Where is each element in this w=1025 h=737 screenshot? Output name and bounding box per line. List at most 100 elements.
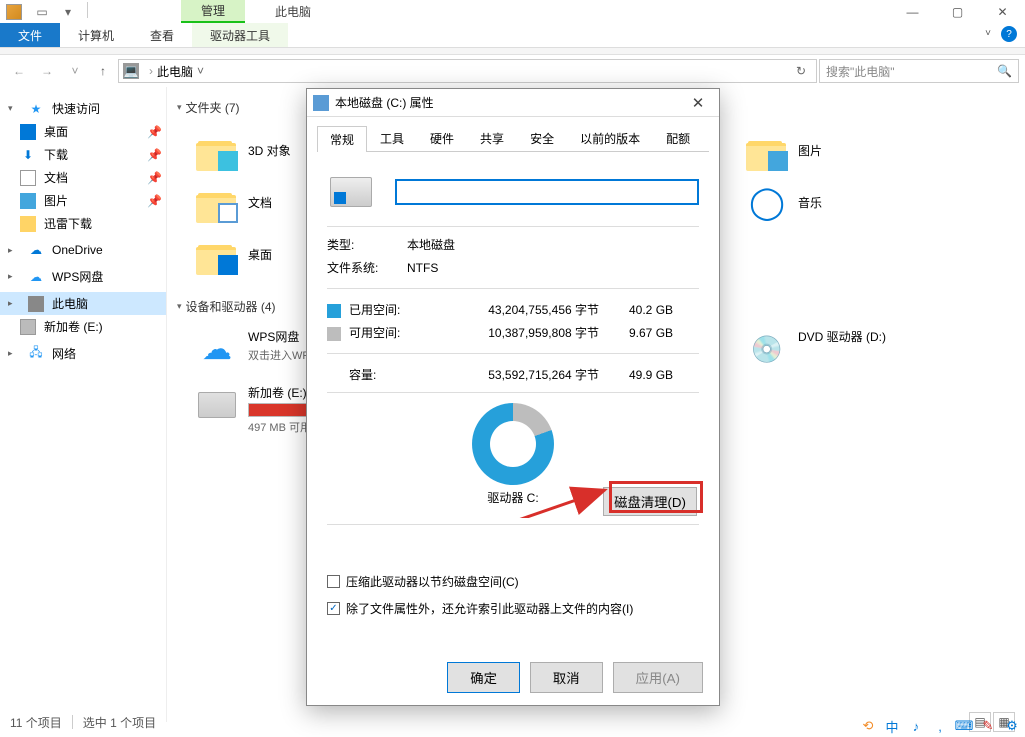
sidebar-wps[interactable]: ▸☁WPS网盘 — [0, 265, 166, 288]
refresh-icon[interactable]: ↻ — [790, 64, 812, 78]
compress-checkbox-row[interactable]: 压缩此驱动器以节约磁盘空间(C) — [327, 573, 699, 590]
onedrive-icon: ☁ — [28, 242, 44, 258]
contextual-tab-label: 管理 — [181, 0, 245, 23]
back-button[interactable]: ← — [6, 58, 32, 84]
pictures-icon — [20, 193, 36, 209]
tab-previous[interactable]: 以前的版本 — [567, 125, 653, 151]
network-icon: 🖧 — [28, 346, 44, 362]
separator — [87, 2, 88, 18]
dvd-icon: 💿 — [746, 328, 788, 370]
breadcrumb-location[interactable]: 此电脑 — [157, 63, 193, 80]
folder-item-music[interactable]: ◯音乐 — [743, 178, 983, 226]
folder-icon — [196, 233, 238, 275]
sidebar-thispc[interactable]: ▸此电脑 — [0, 292, 166, 315]
tray-ime-icon[interactable]: 中 — [883, 717, 901, 735]
free-swatch — [327, 327, 341, 341]
sidebar-item-documents[interactable]: 文档📌 — [0, 166, 166, 189]
sidebar-item-drive-e[interactable]: 新加卷 (E:) — [0, 315, 166, 338]
ribbon-toggle-icon[interactable]: ˅ — [985, 28, 991, 39]
maximize-button[interactable]: ▢ — [935, 1, 980, 23]
drive-icon — [196, 384, 238, 426]
tray-icon[interactable]: ♪ — [907, 717, 925, 735]
search-icon[interactable]: 🔍 — [997, 64, 1012, 78]
tray-icon[interactable]: ⟲ — [859, 717, 877, 735]
download-icon: ⬇ — [20, 147, 36, 163]
sidebar-network[interactable]: ▸🖧网络 — [0, 342, 166, 365]
pc-icon: 💻 — [123, 63, 139, 79]
breadcrumb-dropdown-icon[interactable]: ˅ — [193, 64, 208, 78]
up-button[interactable]: ↑ — [90, 58, 116, 84]
sidebar-item-xunlei[interactable]: 迅雷下载 — [0, 212, 166, 235]
sidebar-item-desktop[interactable]: 桌面📌 — [0, 120, 166, 143]
minimize-button[interactable]: — — [890, 1, 935, 23]
address-row: ← → ˅ ↑ 💻 › 此电脑 ˅ ↻ 搜索"此电脑" 🔍 — [0, 55, 1025, 87]
document-icon — [20, 170, 36, 186]
drive-icon — [313, 95, 329, 111]
apply-button[interactable]: 应用(A) — [613, 662, 703, 693]
selected-count: 选中 1 个项目 — [83, 714, 156, 731]
sidebar-item-pictures[interactable]: 图片📌 — [0, 189, 166, 212]
desktop-icon — [20, 124, 36, 140]
checkbox-unchecked[interactable] — [327, 575, 340, 588]
properties-dialog: 本地磁盘 (C:) 属性 ✕ 常规 工具 硬件 共享 安全 以前的版本 配额 类… — [306, 88, 720, 706]
tray-keyboard-icon[interactable]: ⌨ — [955, 717, 973, 735]
ribbon-tab-view[interactable]: 查看 — [132, 23, 192, 47]
tab-general[interactable]: 常规 — [317, 126, 367, 152]
folder-item-pictures[interactable]: 图片 — [743, 126, 983, 174]
cancel-button[interactable]: 取消 — [530, 662, 603, 693]
sidebar-item-downloads[interactable]: ⬇下载📌 — [0, 143, 166, 166]
search-input[interactable]: 搜索"此电脑" 🔍 — [819, 59, 1019, 83]
drive-icon — [327, 168, 375, 216]
device-item-dvd[interactable]: 💿 DVD 驱动器 (D:) — [743, 325, 983, 373]
dialog-close-button[interactable]: ✕ — [683, 94, 713, 112]
item-count: 11 个项目 — [10, 714, 62, 731]
titlebar: ▭ ▾ 管理 此电脑 — ▢ ✕ — [0, 0, 1025, 23]
address-bar[interactable]: 💻 › 此电脑 ˅ ↻ — [118, 59, 817, 83]
properties-table: 类型:本地磁盘 文件系统:NTFS 已用空间:43,204,755,456 字节… — [327, 233, 699, 386]
thispc-icon — [28, 296, 44, 312]
tab-hardware[interactable]: 硬件 — [417, 125, 467, 151]
folder-icon — [746, 129, 788, 171]
index-checkbox-row[interactable]: ✓除了文件属性外，还允许索引此驱动器上文件的内容(I) — [327, 600, 699, 617]
recent-button[interactable]: ˅ — [62, 58, 88, 84]
checkbox-checked[interactable]: ✓ — [327, 602, 340, 615]
folder-icon — [196, 181, 238, 223]
qat-undo-icon[interactable]: ▾ — [58, 2, 78, 22]
tab-quota[interactable]: 配额 — [653, 125, 703, 151]
tray-icon[interactable]: ✎ — [979, 717, 997, 735]
drive-icon — [20, 319, 36, 335]
tab-sharing[interactable]: 共享 — [467, 125, 517, 151]
sidebar-onedrive[interactable]: ▸☁OneDrive — [0, 239, 166, 261]
sidebar-quickaccess[interactable]: ▾★快速访问 — [0, 97, 166, 120]
tray-icon[interactable]: ⚙ — [1003, 717, 1021, 735]
ribbon-body: ˅ ? — [0, 48, 1025, 55]
forward-button[interactable]: → — [34, 58, 60, 84]
qat-properties-icon[interactable]: ▭ — [32, 2, 52, 22]
search-placeholder: 搜索"此电脑" — [826, 63, 895, 80]
wps-cloud-icon: ☁ — [196, 328, 238, 370]
disk-cleanup-button[interactable]: 磁盘清理(D) — [603, 487, 697, 516]
used-swatch — [327, 304, 341, 318]
pin-icon: 📌 — [147, 194, 162, 208]
tab-tools[interactable]: 工具 — [367, 125, 417, 151]
sidebar: ▾★快速访问 桌面📌 ⬇下载📌 文档📌 图片📌 迅雷下载 ▸☁OneDrive … — [0, 87, 167, 722]
wps-icon: ☁ — [28, 269, 44, 285]
drive-name-input[interactable] — [395, 179, 699, 205]
ribbon-tabs: 文件 计算机 查看 驱动器工具 — [0, 23, 1025, 48]
tray-icon[interactable]: , — [931, 717, 949, 735]
ribbon-tab-computer[interactable]: 计算机 — [60, 23, 132, 47]
folder-icon — [20, 216, 36, 232]
file-tab[interactable]: 文件 — [0, 23, 60, 47]
dialog-title: 本地磁盘 (C:) 属性 — [335, 94, 434, 111]
ok-button[interactable]: 确定 — [447, 662, 520, 693]
tab-security[interactable]: 安全 — [517, 125, 567, 151]
dialog-titlebar[interactable]: 本地磁盘 (C:) 属性 ✕ — [307, 89, 719, 117]
close-button[interactable]: ✕ — [980, 1, 1025, 23]
ribbon-tab-drivetools[interactable]: 驱动器工具 — [192, 23, 288, 47]
folder-icon — [196, 129, 238, 171]
music-icon: ◯ — [746, 181, 788, 223]
dialog-body: 类型:本地磁盘 文件系统:NTFS 已用空间:43,204,755,456 字节… — [307, 152, 719, 635]
help-icon[interactable]: ? — [1001, 26, 1017, 42]
system-tray: ⟲ 中 ♪ , ⌨ ✎ ⚙ — [859, 717, 1021, 735]
capacity-donut — [472, 403, 554, 485]
